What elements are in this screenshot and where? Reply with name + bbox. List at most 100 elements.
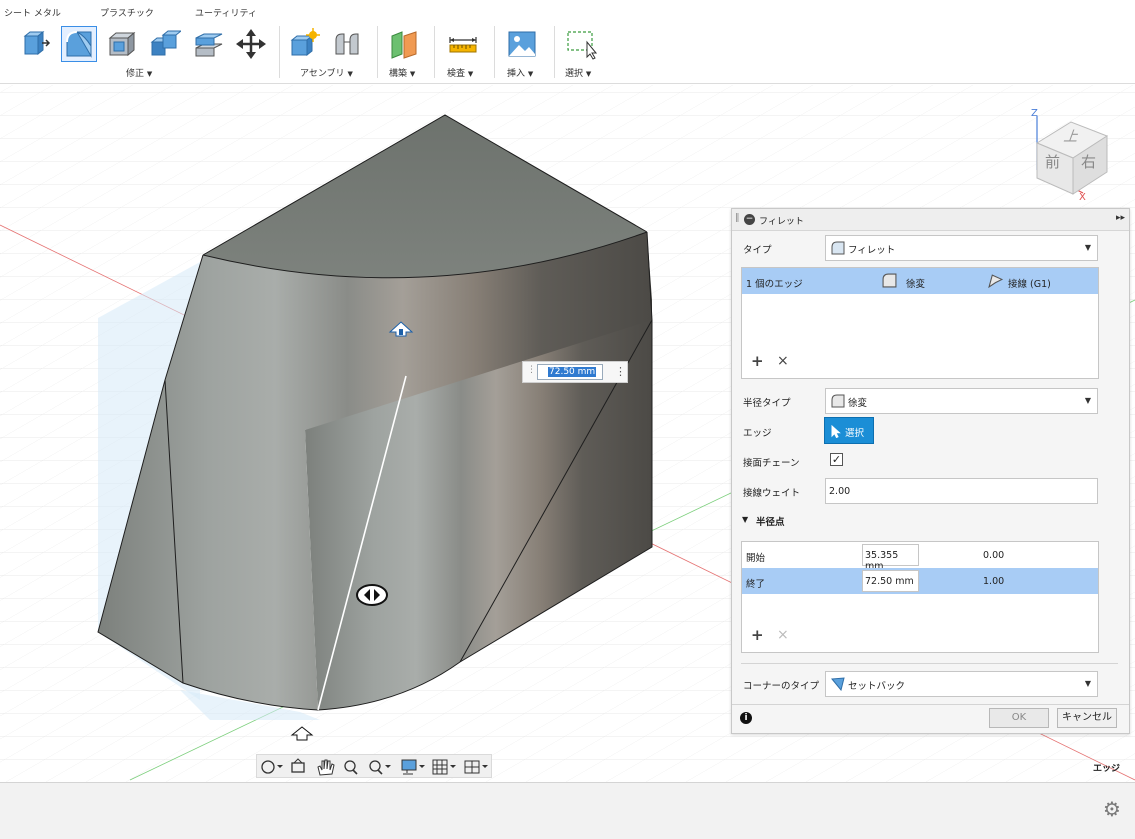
radius-point-row-start[interactable]: 開始 35.355 mm 0.00 (742, 542, 1098, 572)
radius-point-name: 開始 (746, 553, 766, 564)
type-dropdown[interactable]: フィレット ▼ (825, 235, 1098, 261)
dialog-header[interactable]: ‖ − フィレット ▸▸ (732, 209, 1129, 231)
insert-menu[interactable]: 挿入 ▼ (507, 66, 533, 79)
position-slider-icon[interactable] (356, 584, 388, 606)
remove-edge-icon[interactable]: × (777, 353, 789, 369)
selection-hint: エッジ (1093, 764, 1121, 774)
combine-tool[interactable] (147, 26, 183, 62)
toolbar-separator (494, 26, 495, 78)
shell-tool[interactable] (104, 26, 140, 62)
assemble-menu[interactable]: アセンブリ ▼ (300, 66, 353, 79)
ok-button[interactable]: OK (989, 708, 1049, 728)
fit-zoom-icon[interactable] (369, 760, 391, 775)
window-select-tool[interactable] (563, 26, 599, 62)
new-component-icon (290, 28, 320, 57)
new-component-tool[interactable] (286, 26, 322, 62)
collapse-icon[interactable]: − (744, 214, 755, 225)
radius-point-position[interactable]: 1.00 (983, 576, 1004, 587)
look-at-icon[interactable] (291, 758, 305, 773)
move-arrows-icon (236, 29, 266, 59)
pan-hand-icon[interactable] (317, 759, 335, 776)
corner-type-label: コーナーのタイプ (743, 681, 820, 692)
radius-point-value-input[interactable]: 72.50 mm (862, 570, 919, 592)
add-point-icon[interactable]: + (751, 626, 764, 644)
panel-grip-icon[interactable]: ‖ (735, 213, 740, 223)
viewcube-right-face[interactable]: 右 (1081, 151, 1096, 172)
measure-tool[interactable] (445, 26, 481, 62)
select-menu[interactable]: 選択 ▼ (565, 66, 591, 79)
cursor-arrow-icon (831, 425, 841, 438)
edge-continuity[interactable]: 接線 (G1) (1008, 276, 1051, 290)
radius-point-row-end[interactable]: 終了 72.50 mm 1.00 (742, 568, 1098, 594)
collapse-triangle-icon: ▼ (742, 515, 749, 524)
radius-point-position[interactable]: 0.00 (983, 550, 1004, 561)
more-options-icon[interactable]: ⋮ (615, 365, 626, 378)
fillet-tool[interactable] (61, 26, 97, 62)
viewcube-front-face[interactable]: 前 (1045, 151, 1060, 172)
panel-footer-divider (732, 704, 1129, 705)
settings-gear-icon[interactable]: ⚙ (1103, 797, 1121, 821)
radius-type-value: 徐変 (848, 398, 868, 409)
chevron-down-icon: ▼ (1084, 396, 1091, 405)
edge-radius-type[interactable]: 徐変 (906, 276, 925, 290)
radius-point-name: 終了 (746, 579, 766, 590)
navigation-bar (256, 754, 492, 778)
dimension-value: 72.50 mm (548, 367, 597, 377)
viewcube[interactable]: Z X 上 前 右 (1025, 108, 1115, 206)
press-pull-tool[interactable] (18, 26, 54, 62)
tangent-continuity-icon (988, 274, 1003, 288)
viewports-icon[interactable] (464, 760, 488, 774)
selection-box-icon (567, 31, 597, 60)
fillet-icon (66, 31, 92, 58)
offset-plane-tool[interactable] (386, 26, 422, 62)
add-edge-icon[interactable]: + (751, 352, 764, 370)
construct-menu[interactable]: 構築 ▼ (389, 66, 415, 79)
edge-label: エッジ (743, 428, 772, 439)
inspect-menu[interactable]: 検査 ▼ (447, 66, 473, 79)
move-copy-tool[interactable] (233, 26, 269, 62)
tangent-chain-checkbox[interactable]: ✓ (830, 453, 843, 466)
corner-type-dropdown[interactable]: セットバック ▼ (825, 671, 1098, 697)
image-icon (508, 31, 536, 57)
offset-face-tool[interactable] (190, 26, 226, 62)
app-window: シート メタル プラスチック ユーティリティ 修正 ▼ アセンブリ ▼ 構築 ▼… (0, 0, 1135, 839)
edge-list-row[interactable]: 1 個のエッジ 徐変 接線 (G1) (742, 268, 1098, 294)
setback-corner-icon (831, 677, 845, 691)
joint-tool[interactable] (329, 26, 365, 62)
expand-panel-icon[interactable]: ▸▸ (1116, 213, 1125, 223)
measure-ruler-icon (449, 37, 477, 53)
edge-select-button[interactable]: 選択 (824, 417, 874, 444)
joint-icon (335, 33, 359, 55)
insert-canvas-tool[interactable] (504, 26, 540, 62)
radius-type-dropdown[interactable]: 徐変 ▼ (825, 388, 1098, 414)
info-icon[interactable]: i (740, 712, 752, 724)
radius-point-value-input[interactable]: 35.355 mm (862, 544, 919, 572)
edge-count: 1 個のエッジ (746, 279, 803, 290)
radius-points-section-header[interactable]: ▼ 半径点 (742, 514, 942, 528)
display-settings-icon[interactable] (401, 759, 425, 775)
tab-utility[interactable]: ユーティリティ (195, 6, 257, 19)
toolbar-separator (554, 26, 555, 78)
remove-point-icon[interactable]: × (777, 627, 789, 643)
tangent-weight-label: 接線ウェイト (743, 488, 801, 499)
orbit-icon[interactable] (261, 760, 283, 774)
drag-handle-icon[interactable]: ⋮ (527, 365, 536, 375)
tangent-weight-input[interactable]: 2.00 (825, 478, 1098, 504)
dimension-input-box[interactable]: ⋮ 72.50 mm ⋮ (522, 361, 628, 383)
modify-menu[interactable]: 修正 ▼ (126, 66, 152, 79)
zoom-icon[interactable] (344, 760, 358, 775)
tab-plastic[interactable]: プラスチック (100, 6, 154, 19)
dimension-value-field[interactable]: 72.50 mm (537, 364, 603, 380)
edges-list[interactable]: 1 個のエッジ 徐変 接線 (G1) + × (741, 267, 1099, 379)
tab-sheet-metal[interactable]: シート メタル (4, 6, 61, 19)
panel-divider (741, 663, 1118, 664)
radius-points-table[interactable]: 開始 35.355 mm 0.00 終了 72.50 mm 1.00 + × (741, 541, 1099, 653)
grid-settings-icon[interactable] (432, 759, 456, 775)
cancel-button[interactable]: キャンセル (1057, 708, 1117, 728)
fillet-type-icon (831, 241, 845, 255)
fillet-dialog: ‖ − フィレット ▸▸ タイプ フィレット ▼ 1 個のエッジ 徐変 接線 (… (731, 208, 1130, 734)
viewcube-axis-z: Z (1031, 108, 1038, 119)
variable-radius-icon (882, 273, 897, 288)
variable-radius-icon (831, 394, 845, 408)
radius-point-value: 72.50 mm (865, 576, 914, 587)
